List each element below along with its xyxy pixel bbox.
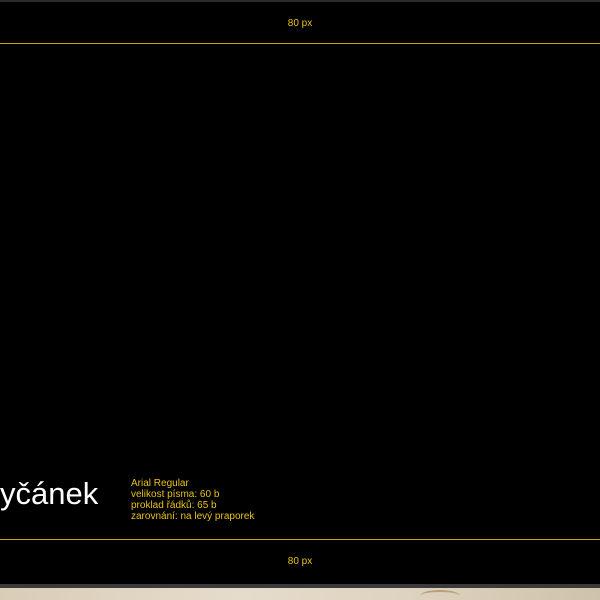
photo-detail [420,590,460,600]
alignment-label: zarovnání: na levý praporek [131,511,255,522]
bottom-margin-label: 80 px [287,556,313,567]
top-margin-label: 80 px [287,18,313,29]
font-family-label: Arial Regular [131,478,189,489]
top-border [0,0,600,2]
font-spec-block: Arial Regular velikost písma: 60 b prokl… [131,478,254,522]
font-size-label: velikost písma: 60 b [131,489,220,500]
line-spacing-label: proklad řádků: 65 b [131,500,217,511]
bottom-margin-guide [0,539,600,540]
slide-canvas: 80 px yčánek Arial Regular velikost písm… [0,0,600,600]
background-photo-strip [0,588,600,600]
sample-text: yčánek [0,476,99,511]
top-margin-guide [0,43,600,44]
